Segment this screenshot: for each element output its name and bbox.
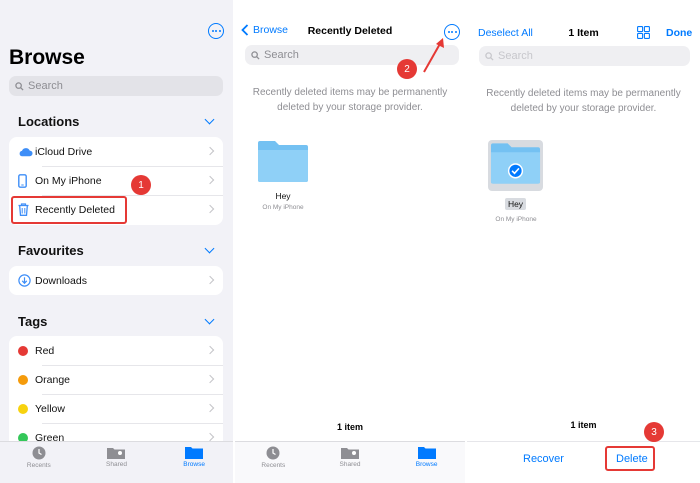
search-input[interactable]: Search xyxy=(479,46,690,66)
location-item-on-my-iphone[interactable]: On My iPhone xyxy=(9,166,223,195)
search-placeholder: Search xyxy=(498,50,533,62)
search-icon xyxy=(485,51,494,61)
grid-view-icon[interactable] xyxy=(637,26,650,39)
folder-location: On My iPhone xyxy=(495,216,537,223)
tag-item-yellow[interactable]: Yellow xyxy=(9,394,223,423)
tab-shared[interactable]: Shared xyxy=(320,446,380,468)
tag-dot-icon xyxy=(18,345,28,356)
info-line: deleted by your storage provider. xyxy=(510,103,657,114)
folder-icon xyxy=(417,447,436,459)
item-count: 1 item xyxy=(336,422,363,432)
info-line: Recently deleted items may be permanentl… xyxy=(486,88,681,99)
arrow-annotation-icon xyxy=(423,38,444,73)
tab-label: Shared xyxy=(339,461,361,468)
search-input[interactable]: Search xyxy=(9,76,223,96)
tag-label: Orange xyxy=(35,373,71,386)
favourite-item-downloads[interactable]: Downloads xyxy=(9,266,223,295)
folder-name: Hey xyxy=(275,191,291,201)
info-text: Recently deleted items may be permanentl… xyxy=(467,86,700,116)
tag-dot-icon xyxy=(18,403,28,414)
toolbar-divider xyxy=(467,441,700,442)
step-callout-3: 3 xyxy=(644,422,664,442)
clock-icon xyxy=(32,446,46,460)
recover-button[interactable]: Recover xyxy=(523,453,564,465)
folder-item[interactable]: Hey On My iPhone xyxy=(257,140,309,211)
favourites-list: Downloads xyxy=(9,266,223,295)
chevron-right-icon xyxy=(205,275,215,285)
info-text: Recently deleted items may be permanentl… xyxy=(235,85,465,115)
phone-icon xyxy=(9,173,35,188)
folder-icon xyxy=(490,143,541,184)
step-callout-1: 1 xyxy=(131,175,151,195)
item-count: 1 item xyxy=(570,420,597,430)
chevron-right-icon xyxy=(205,345,215,355)
tab-browse[interactable]: Browse xyxy=(164,446,224,468)
chevron-right-icon xyxy=(205,146,215,156)
more-options-icon[interactable] xyxy=(208,23,224,39)
folder-item-selected[interactable]: Hey On My iPhone xyxy=(488,140,543,223)
tag-label: Red xyxy=(35,344,55,357)
tab-bar: Recents Shared Browse xyxy=(235,441,465,483)
search-icon xyxy=(251,50,260,60)
tag-item-orange[interactable]: Orange xyxy=(9,365,223,394)
location-label: iCloud Drive xyxy=(35,145,93,158)
search-placeholder: Search xyxy=(264,49,299,61)
tag-label: Yellow xyxy=(35,402,65,415)
folder-name: Hey xyxy=(504,198,527,210)
tab-bar: Recents Shared Browse xyxy=(0,441,233,483)
tab-label: Shared xyxy=(106,461,127,468)
tag-item-red[interactable]: Red xyxy=(9,336,223,365)
chevron-right-icon xyxy=(205,175,215,185)
tab-browse[interactable]: Browse xyxy=(397,446,457,468)
chevron-right-icon xyxy=(205,432,215,442)
recently-deleted-panel: Browse Recently Deleted Search Recently … xyxy=(235,0,465,483)
tab-label: Browse xyxy=(415,461,438,468)
page-title: Browse xyxy=(9,46,85,69)
select-mode-panel: Deselect All 1 Item Done Search Recently… xyxy=(467,0,700,483)
location-item-icloud-drive[interactable]: iCloud Drive xyxy=(9,137,223,166)
shared-folder-icon xyxy=(107,448,126,459)
chevron-right-icon xyxy=(205,403,215,413)
step-callout-2: 2 xyxy=(397,59,417,79)
browse-panel: Browse Search Locations iCloud Drive On … xyxy=(0,0,233,483)
favourite-label: Downloads xyxy=(35,274,87,287)
folder-icon xyxy=(185,447,204,459)
cloud-icon xyxy=(9,147,35,157)
tag-dot-icon xyxy=(18,374,28,385)
search-icon xyxy=(15,81,24,91)
done-button[interactable]: Done xyxy=(666,27,692,39)
info-line: deleted by your storage provider. xyxy=(277,102,423,113)
highlight-recently-deleted xyxy=(11,196,127,224)
folder-location: On My iPhone xyxy=(262,204,304,211)
tab-label: Browse xyxy=(183,461,205,468)
shared-folder-icon xyxy=(340,448,359,459)
location-label: On My iPhone xyxy=(35,174,102,187)
chevron-right-icon xyxy=(205,204,215,214)
tags-list: Red Orange Yellow Green xyxy=(9,336,223,456)
tab-recents[interactable]: Recents xyxy=(243,446,303,469)
info-line: Recently deleted items may be permanentl… xyxy=(252,87,448,98)
section-header-tags: Tags xyxy=(18,314,48,329)
tab-label: Recents xyxy=(26,462,51,469)
section-header-favourites: Favourites xyxy=(18,243,84,258)
folder-icon xyxy=(258,141,308,182)
tab-shared[interactable]: Shared xyxy=(86,446,146,468)
chevron-right-icon xyxy=(205,374,215,384)
tab-recents[interactable]: Recents xyxy=(9,446,69,469)
clock-icon xyxy=(266,446,280,460)
download-icon xyxy=(9,274,35,287)
chevron-down-icon[interactable] xyxy=(204,114,215,125)
chevron-down-icon[interactable] xyxy=(204,243,215,254)
search-placeholder: Search xyxy=(28,80,63,92)
chevron-down-icon[interactable] xyxy=(204,314,215,325)
tab-label: Recents xyxy=(261,462,286,469)
section-header-locations: Locations xyxy=(18,114,80,129)
highlight-delete xyxy=(605,446,655,471)
